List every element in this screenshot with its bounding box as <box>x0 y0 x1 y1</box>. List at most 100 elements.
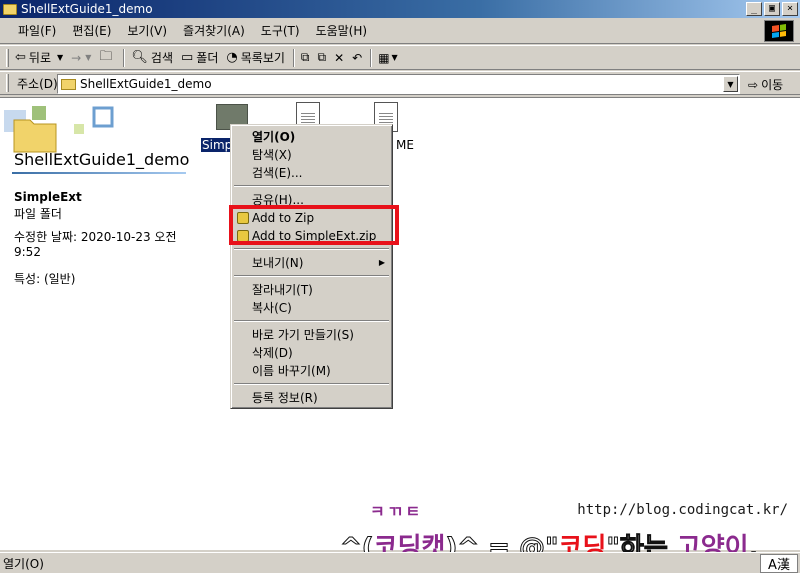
menu-favorites[interactable]: 즐겨찾기(A) <box>175 22 253 39</box>
window-title: ShellExtGuide1_demo <box>21 2 153 16</box>
delete-icon: ✕ <box>334 50 345 65</box>
menu-delete-label: 삭제(D) <box>252 346 293 360</box>
search-button[interactable]: 🔍︎ 검색 <box>131 49 173 66</box>
address-value: ShellExtGuide1_demo <box>80 77 212 91</box>
status-text: 열기(O) <box>3 556 44 571</box>
panel-folder-title: ShellExtGuide1_demo <box>14 150 190 169</box>
history-icon: ◔ <box>226 50 238 65</box>
file-label[interactable]: ME <box>396 138 414 152</box>
address-grip[interactable] <box>6 74 9 92</box>
menu-rename-label: 이름 바꾸기(M) <box>252 364 331 378</box>
menu-separator <box>234 383 389 385</box>
up-folder-icon: 🗀 <box>99 48 113 64</box>
toolbar-grip[interactable] <box>6 48 9 67</box>
submenu-arrow-icon: ▶ <box>378 258 385 267</box>
menu-open-label: 열기(O) <box>252 130 296 144</box>
move-to-button[interactable]: ⧉ <box>301 50 310 65</box>
maximize-button[interactable]: ▣ <box>764 2 780 16</box>
menu-send-to-label: 보내기(N) <box>252 256 304 270</box>
folder-icon <box>61 78 76 90</box>
menu-tools[interactable]: 도구(T) <box>253 22 308 39</box>
menu-search-label: 검색(E)... <box>252 166 303 180</box>
views-dropdown-icon: ▼ <box>391 53 398 62</box>
menu-explore-label: 탐색(X) <box>252 148 292 162</box>
toolbar-separator <box>292 48 295 67</box>
go-button[interactable]: ⇨ 이동 <box>748 76 783 93</box>
selected-item-modified: 수정한 날짜: 2020-10-23 오전 9:52 <box>14 230 177 259</box>
menu-delete[interactable]: 삭제(D) <box>233 344 390 362</box>
file-item-simpleext[interactable]: Simp <box>199 137 235 153</box>
search-label: 검색 <box>150 51 173 65</box>
menu-separator <box>234 185 389 187</box>
back-label: 뒤로 <box>28 51 51 65</box>
menu-open[interactable]: 열기(O) <box>233 128 390 146</box>
go-label: 이동 <box>761 78 784 92</box>
context-menu: 열기(O) 탐색(X) 검색(E)... 공유(H)... Add to Zip… <box>230 124 393 409</box>
folder-view[interactable]: ShellExtGuide1_demo SimpleExt 파일 폴더 수정한 … <box>0 97 800 550</box>
menu-rename[interactable]: 이름 바꾸기(M) <box>233 362 390 380</box>
selected-item-attributes: 특성: (일반) <box>14 272 76 286</box>
history-label: 목록보기 <box>240 51 285 65</box>
forward-arrow-icon: → <box>71 50 82 65</box>
back-arrow-icon: ⇦ <box>15 50 26 65</box>
close-button[interactable]: × <box>782 2 798 16</box>
go-arrow-icon: ⇨ <box>748 77 759 92</box>
file-label: Simp <box>199 137 235 153</box>
ime-indicator[interactable]: A漢 <box>760 554 798 573</box>
menu-send-to[interactable]: 보내기(N) ▶ <box>233 254 390 272</box>
menu-copy-label: 복사(C) <box>252 301 292 315</box>
forward-dropdown-icon[interactable]: ▼ <box>85 53 91 62</box>
toolbar: ⇦ 뒤로 ▼ → ▼ 🗀 🔍︎ 검색 ▭ 폴더 ◔ 목록보기 ⧉ ⧉ ✕ ↶ ▦… <box>0 45 800 70</box>
toolbar-separator <box>123 48 126 67</box>
undo-button[interactable]: ↶ <box>352 51 362 65</box>
back-button[interactable]: ⇦ 뒤로 ▼ <box>15 49 63 66</box>
menu-cut-label: 잘라내기(T) <box>252 283 313 297</box>
menu-separator <box>234 248 389 250</box>
window-controls: _ ▣ × <box>746 2 798 16</box>
delete-button[interactable]: ✕ <box>334 51 344 65</box>
selected-item-name: SimpleExt <box>14 190 82 204</box>
folder-icon <box>3 3 17 15</box>
menu-bar: 파일(F) 편집(E) 보기(V) 즐겨찾기(A) 도구(T) 도움말(H) <box>0 18 800 44</box>
menu-file[interactable]: 파일(F) <box>10 22 64 39</box>
watermark-url: http://blog.codingcat.kr/ <box>577 502 788 518</box>
toolbar-separator <box>370 48 373 67</box>
minimize-button[interactable]: _ <box>746 2 762 16</box>
search-icon: 🔍︎ <box>131 50 148 65</box>
menu-create-shortcut[interactable]: 바로 가기 만들기(S) <box>233 326 390 344</box>
windows-logo-icon <box>764 20 794 42</box>
forward-button[interactable]: → ▼ <box>71 51 91 65</box>
back-dropdown-icon[interactable]: ▼ <box>57 53 63 62</box>
menu-cut[interactable]: 잘라내기(T) <box>233 281 390 299</box>
menu-separator <box>234 320 389 322</box>
folders-label: 폴더 <box>196 51 219 65</box>
menu-edit[interactable]: 편집(E) <box>64 22 119 39</box>
menu-properties-label: 등록 정보(R) <box>252 391 318 405</box>
copy-to-button[interactable]: ⧉ <box>317 50 326 65</box>
folders-icon: ▭ <box>181 50 194 65</box>
menu-help[interactable]: 도움말(H) <box>308 22 376 39</box>
highlight-box <box>229 205 399 245</box>
views-button[interactable]: ▦ ▼ <box>378 51 398 65</box>
menu-create-shortcut-label: 바로 가기 만들기(S) <box>252 328 354 342</box>
address-input[interactable]: ShellExtGuide1_demo ▼ <box>57 74 740 94</box>
undo-icon: ↶ <box>352 50 363 65</box>
move-to-icon: ⧉ <box>300 50 310 64</box>
up-button[interactable]: 🗀 <box>99 47 115 69</box>
folders-button[interactable]: ▭ 폴더 <box>181 49 218 66</box>
menu-properties[interactable]: 등록 정보(R) <box>233 389 390 407</box>
menu-copy[interactable]: 복사(C) <box>233 299 390 317</box>
menu-search[interactable]: 검색(E)... <box>233 164 390 182</box>
menu-explore[interactable]: 탐색(X) <box>233 146 390 164</box>
menu-view[interactable]: 보기(V) <box>119 22 175 39</box>
copy-to-icon: ⧉ <box>317 50 327 64</box>
status-bar: 열기(O) A漢 <box>0 552 800 573</box>
menu-separator <box>234 275 389 277</box>
title-bar: ShellExtGuide1_demo _ ▣ × <box>0 0 800 18</box>
history-button[interactable]: ◔ 목록보기 <box>226 49 285 66</box>
address-bar: 주소(D) ShellExtGuide1_demo ▼ ⇨ 이동 <box>0 71 800 95</box>
address-dropdown-button[interactable]: ▼ <box>723 76 738 92</box>
selected-item-type: 파일 폴더 <box>14 207 62 221</box>
address-label: 주소(D) <box>17 76 58 91</box>
panel-divider <box>12 172 186 174</box>
